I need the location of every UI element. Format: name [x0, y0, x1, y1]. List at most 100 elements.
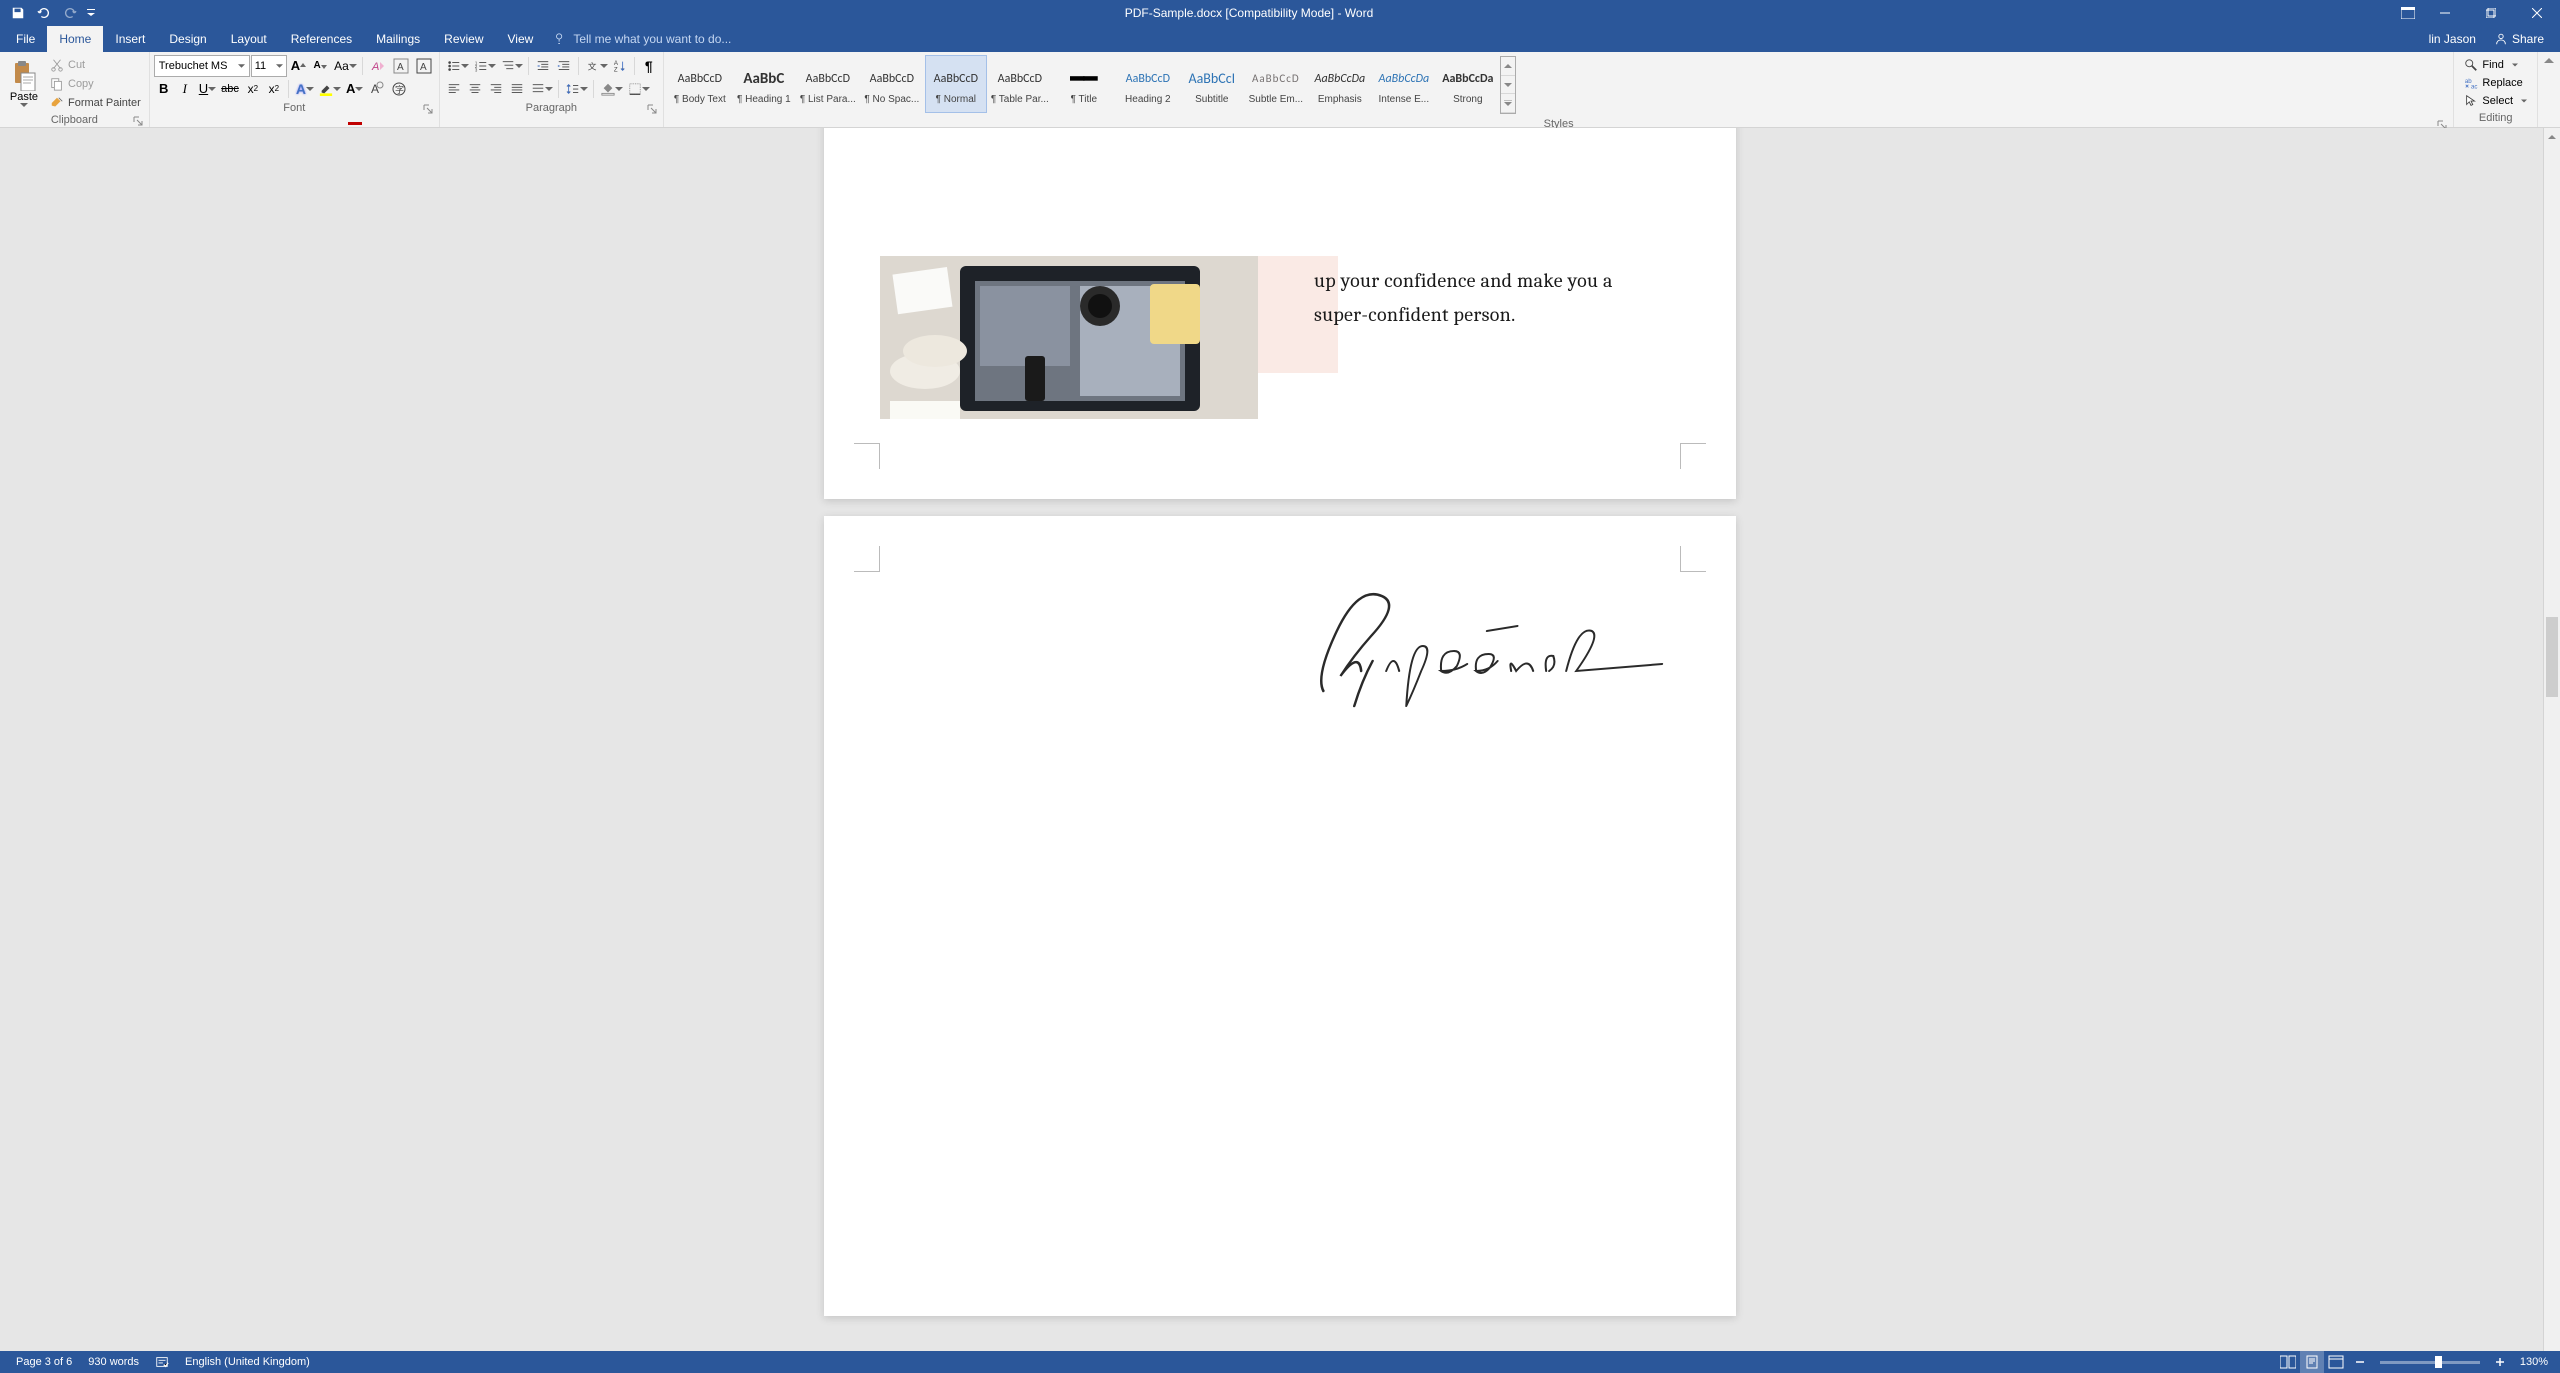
font-launcher[interactable] — [423, 104, 433, 114]
body-text[interactable]: up your confidence and make you a super-… — [1314, 264, 1664, 332]
clear-formatting-button[interactable]: A — [367, 55, 389, 77]
styles-scroll-up[interactable] — [1501, 57, 1515, 76]
tab-mailings[interactable]: Mailings — [364, 26, 432, 52]
justify-button[interactable] — [507, 78, 527, 100]
style-item[interactable]: AaBbCcDaEmphasis — [1309, 55, 1371, 113]
zoom-in-button[interactable] — [2488, 1351, 2512, 1373]
increase-indent-button[interactable] — [554, 55, 574, 77]
sort-button[interactable]: AZ — [610, 55, 630, 77]
zoom-level[interactable]: 130% — [2512, 1351, 2552, 1373]
styles-expand[interactable] — [1501, 94, 1515, 113]
undo-button[interactable] — [32, 2, 56, 24]
copy-button[interactable]: Copy — [46, 75, 145, 93]
vertical-scrollbar[interactable] — [2543, 128, 2560, 1351]
style-item[interactable]: AaBbCcD¶ No Spac... — [861, 55, 923, 113]
print-layout-button[interactable] — [2300, 1351, 2324, 1373]
font-size-combo[interactable]: 11 — [251, 55, 287, 77]
style-item[interactable]: AaBbCcDaIntense E... — [1373, 55, 1435, 113]
replace-button[interactable]: abac Replace — [2460, 74, 2531, 92]
superscript-button[interactable]: x2 — [264, 78, 284, 100]
bullets-button[interactable] — [444, 55, 470, 77]
paragraph-launcher[interactable] — [647, 104, 657, 114]
highlight-button[interactable] — [316, 78, 342, 100]
tab-insert[interactable]: Insert — [103, 26, 157, 52]
font-name-combo[interactable]: Trebuchet MS — [154, 55, 250, 77]
decrease-indent-button[interactable] — [533, 55, 553, 77]
styles-scroll-down[interactable] — [1501, 76, 1515, 95]
scroll-thumb[interactable] — [2546, 617, 2558, 697]
close-button[interactable] — [2514, 0, 2560, 26]
collapse-ribbon-button[interactable] — [2538, 52, 2560, 128]
tab-design[interactable]: Design — [157, 26, 218, 52]
shading-button[interactable] — [598, 78, 624, 100]
styles-gallery[interactable]: AaBbCcD¶ Body TextAaBbC¶ Heading 1AaBbCc… — [668, 54, 1500, 116]
style-item[interactable]: AaBbCcD¶ List Para... — [797, 55, 859, 113]
line-spacing-button[interactable] — [563, 78, 589, 100]
find-button[interactable]: Find — [2460, 56, 2531, 74]
style-item[interactable]: AaBbCcD¶ Normal — [925, 55, 987, 113]
tab-home[interactable]: Home — [47, 26, 103, 52]
document-area[interactable]: ▲ up your confidence and make you a sup — [0, 128, 2560, 1351]
style-item[interactable]: AaBbCcDaStrong — [1437, 55, 1499, 113]
scroll-up-button[interactable] — [2544, 128, 2560, 145]
align-center-button[interactable] — [465, 78, 485, 100]
paste-button[interactable]: Paste — [4, 56, 44, 112]
enclose-characters-button[interactable]: 字 — [388, 78, 410, 100]
underline-button[interactable]: U — [196, 78, 217, 100]
text-effects-button[interactable]: A — [293, 78, 315, 100]
spell-check-indicator[interactable] — [147, 1351, 177, 1373]
format-painter-button[interactable]: Format Painter — [46, 94, 145, 112]
style-item[interactable]: AaBbCcDSubtle Em... — [1245, 55, 1307, 113]
zoom-slider[interactable] — [2380, 1361, 2480, 1364]
style-item[interactable]: AaBbCcD¶ Body Text — [669, 55, 731, 113]
numbering-button[interactable]: 123 — [471, 55, 497, 77]
read-mode-button[interactable] — [2276, 1351, 2300, 1373]
web-layout-button[interactable] — [2324, 1351, 2348, 1373]
italic-button[interactable]: I — [175, 78, 195, 100]
borders-button[interactable] — [625, 78, 651, 100]
distributed-button[interactable] — [528, 78, 554, 100]
document-page-1[interactable]: up your confidence and make you a super-… — [824, 128, 1736, 499]
page-indicator[interactable]: Page 3 of 6 — [8, 1351, 80, 1373]
style-item[interactable]: ━━¶ Title — [1053, 55, 1115, 113]
font-color-button[interactable]: A — [343, 78, 364, 100]
cut-button[interactable]: Cut — [46, 56, 145, 74]
multilevel-list-button[interactable] — [498, 55, 524, 77]
tab-review[interactable]: Review — [432, 26, 495, 52]
grow-font-button[interactable]: A — [288, 55, 309, 77]
zoom-slider-thumb[interactable] — [2435, 1356, 2442, 1368]
style-item[interactable]: AaBbCcD¶ Table Par... — [989, 55, 1051, 113]
maximize-button[interactable] — [2468, 0, 2514, 26]
tab-references[interactable]: References — [279, 26, 364, 52]
suitcase-image[interactable] — [880, 256, 1258, 419]
document-page-2[interactable] — [824, 516, 1736, 1316]
align-left-button[interactable] — [444, 78, 464, 100]
share-button[interactable]: Share — [2488, 30, 2550, 48]
minimize-button[interactable] — [2422, 0, 2468, 26]
qat-customize-button[interactable] — [84, 2, 98, 24]
character-shading-button[interactable]: A — [365, 78, 387, 100]
language-indicator[interactable]: English (United Kingdom) — [177, 1351, 318, 1373]
style-item[interactable]: AaBbCcISubtitle — [1181, 55, 1243, 113]
tell-me-search[interactable]: Tell me what you want to do... — [553, 32, 731, 46]
redo-button[interactable] — [58, 2, 82, 24]
save-button[interactable] — [6, 2, 30, 24]
signature-image[interactable] — [1303, 576, 1684, 726]
tab-file[interactable]: File — [4, 26, 47, 52]
show-hide-button[interactable]: ¶ — [639, 55, 659, 77]
tab-layout[interactable]: Layout — [219, 26, 279, 52]
character-border-button[interactable]: A — [413, 55, 435, 77]
phonetic-guide-button[interactable]: A — [390, 55, 412, 77]
clipboard-launcher[interactable] — [133, 116, 143, 126]
style-item[interactable]: AaBbC¶ Heading 1 — [733, 55, 795, 113]
asian-layout-button[interactable]: 文 — [583, 55, 609, 77]
select-button[interactable]: Select — [2460, 92, 2531, 110]
user-name[interactable]: lin Jason — [2429, 32, 2476, 46]
style-item[interactable]: AaBbCcDHeading 2 — [1117, 55, 1179, 113]
subscript-button[interactable]: x2 — [243, 78, 263, 100]
word-count[interactable]: 930 words — [80, 1351, 147, 1373]
shrink-font-button[interactable]: A — [310, 55, 330, 77]
align-right-button[interactable] — [486, 78, 506, 100]
bold-button[interactable]: B — [154, 78, 174, 100]
strikethrough-button[interactable]: abc — [218, 78, 242, 100]
